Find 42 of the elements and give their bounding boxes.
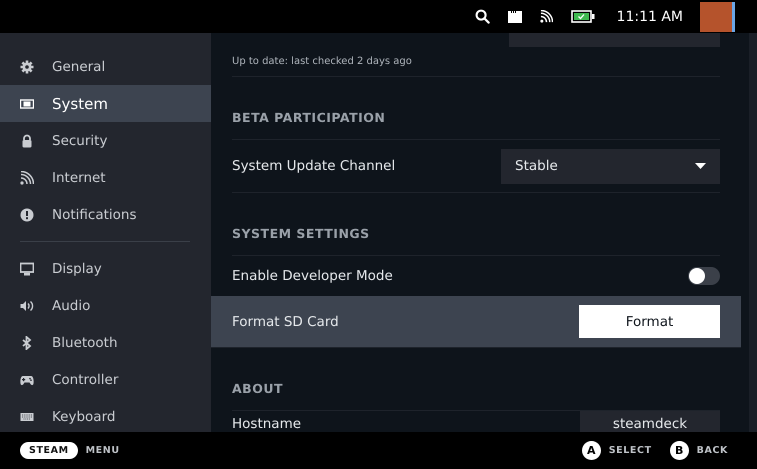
alert-icon <box>20 208 34 222</box>
handheld-icon <box>20 96 34 110</box>
format-button[interactable]: Format <box>579 305 720 338</box>
action-hint: SELECT <box>608 445 652 456</box>
setting-label: Format SD Card <box>232 314 339 330</box>
battery-icon[interactable] <box>570 10 595 23</box>
monitor-icon <box>20 262 34 276</box>
action-hint: BACK <box>696 445 728 456</box>
sidebar-item[interactable]: Security <box>0 122 211 159</box>
section-heading: SYSTEM SETTINGS <box>232 193 720 256</box>
steam-button[interactable]: STEAM <box>20 442 78 459</box>
sidebar-item[interactable]: Keyboard <box>0 398 211 432</box>
setting-label: System Update Channel <box>232 158 396 174</box>
sidebar-item[interactable]: Notifications <box>0 196 211 233</box>
wifi-icon[interactable] <box>540 10 553 23</box>
wifi-icon <box>20 170 34 184</box>
toggle-switch[interactable] <box>688 267 720 285</box>
sidebar-item[interactable]: Display <box>0 250 211 287</box>
setting-label: Enable Developer Mode <box>232 268 393 284</box>
gear-icon <box>20 60 34 74</box>
setting-label: Hostname <box>232 416 302 432</box>
sidebar-item[interactable]: Bluetooth <box>0 324 211 361</box>
focused-setting-row[interactable]: Format SD Card Format <box>211 296 741 348</box>
bluetooth-icon <box>20 336 34 350</box>
sidebar-item[interactable]: Internet <box>0 159 211 196</box>
sd-card-icon[interactable] <box>508 10 522 23</box>
menu-hint: MENU <box>86 445 120 456</box>
caret-icon <box>695 163 706 169</box>
sidebar-item[interactable]: Controller <box>0 361 211 398</box>
sidebar-item[interactable]: System <box>0 85 211 122</box>
update-status-text: Up to date: last checked 2 days ago <box>232 55 413 69</box>
controller-key-icon: B <box>670 441 689 460</box>
sidebar-item[interactable]: General <box>0 48 211 85</box>
update-channel-dropdown[interactable]: Stable <box>501 148 720 184</box>
lock-icon <box>20 134 34 148</box>
controller-key-icon: A <box>582 441 601 460</box>
speaker-icon <box>20 298 34 312</box>
clock-time: 11:11 AM <box>616 8 683 24</box>
search-icon[interactable] <box>474 9 490 24</box>
sidebar-item[interactable]: Audio <box>0 287 211 324</box>
hostname-field: steamdeck <box>580 411 720 432</box>
section-heading: BETA PARTICIPATION <box>232 77 720 140</box>
